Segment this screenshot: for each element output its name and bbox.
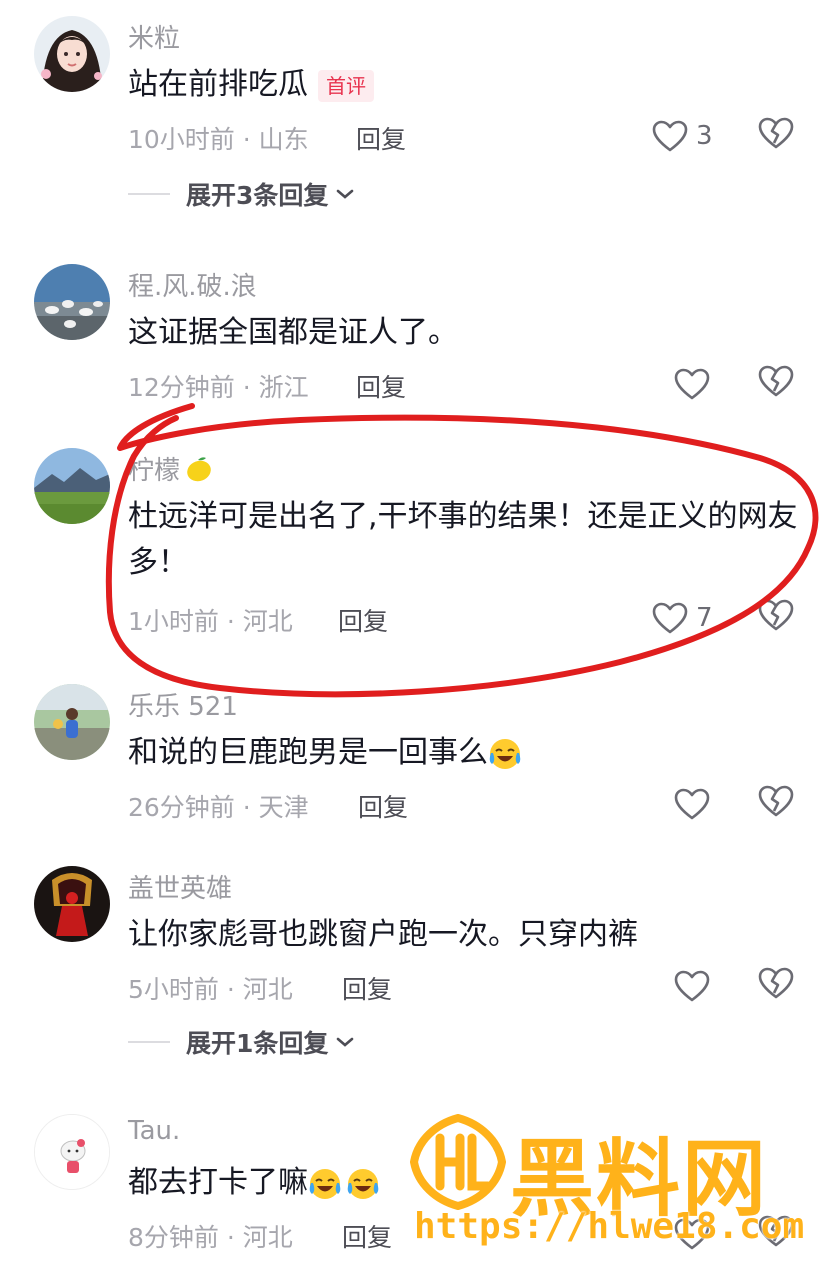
dislike-button[interactable] [758, 364, 794, 404]
comment-username[interactable]: 柠檬 [128, 450, 214, 487]
comment-text: 让你家彪哥也跳窗户跑一次。只穿内裤 [128, 917, 638, 952]
like-button[interactable]: 3 [652, 116, 713, 156]
seagulls-avatar-icon [34, 264, 110, 340]
reply-button[interactable]: 回复 [358, 788, 408, 824]
comment-time-location: 26分钟前 · 天津 [128, 793, 309, 822]
expand-replies-label: 展开3条回复 [186, 181, 329, 210]
laughing-crying-emoji-icon [309, 1168, 341, 1199]
comment-time-location: 8分钟前 · 河北 [128, 1223, 293, 1252]
comment-text-body: 和说的巨鹿跑男是一回事么 [128, 735, 488, 770]
watermark-url: https://hlwe18.com [414, 1206, 805, 1247]
heart-icon [674, 1218, 710, 1250]
dislike-button[interactable] [758, 116, 794, 156]
broken-heart-icon [758, 599, 794, 631]
comment-text: 都去打卡了嘛 [128, 1160, 808, 1206]
expand-replies-button[interactable]: 展开3条回复 [128, 176, 356, 212]
user-avatar[interactable] [34, 448, 110, 524]
red-bride-avatar-icon [34, 866, 110, 942]
broken-heart-icon [758, 117, 794, 149]
like-button[interactable] [674, 364, 710, 404]
like-button[interactable] [674, 1214, 710, 1254]
broken-heart-icon [758, 1215, 794, 1247]
comment-text-body: 都去打卡了嘛 [128, 1165, 308, 1200]
user-avatar[interactable] [34, 684, 110, 760]
comment-text: 和说的巨鹿跑男是一回事么 [128, 730, 808, 776]
dislike-button[interactable] [758, 598, 794, 638]
heart-icon [674, 368, 710, 400]
mountain-landscape-avatar-icon [34, 448, 110, 524]
like-button[interactable]: 7 [652, 598, 713, 638]
user-avatar[interactable] [34, 866, 110, 942]
divider-line [128, 193, 170, 195]
red-annotation-circle [105, 403, 819, 698]
broken-heart-icon [758, 785, 794, 817]
comment-time-location: 10小时前 · 山东 [128, 125, 309, 154]
comment-text-body: 站在前排吃瓜 [128, 67, 308, 102]
comment-text: 这证据全国都是证人了。 [128, 315, 458, 350]
like-button[interactable] [674, 966, 710, 1006]
heart-icon [652, 602, 688, 634]
comment-username-text: 柠檬 [128, 456, 181, 486]
reply-button[interactable]: 回复 [342, 1218, 392, 1254]
comment-list-screen: 米粒 站在前排吃瓜 首评 10小时前 · 山东 回复 3 展开3条回复 程.风.… [0, 0, 830, 1280]
divider-line [128, 1041, 170, 1043]
comment-username[interactable]: 米粒 [128, 18, 180, 55]
comment-username[interactable]: 乐乐 521 [128, 686, 238, 723]
user-avatar[interactable] [34, 264, 110, 340]
comment-time-location: 1小时前 · 河北 [128, 607, 293, 636]
comment-username[interactable]: 程.风.破.浪 [128, 266, 257, 303]
girl-portrait-avatar-icon [34, 16, 110, 92]
user-avatar[interactable] [34, 16, 110, 92]
like-button[interactable] [674, 784, 710, 824]
broken-heart-icon [758, 365, 794, 397]
expand-replies-button[interactable]: 展开1条回复 [128, 1024, 356, 1060]
heart-icon [674, 970, 710, 1002]
dislike-button[interactable] [758, 966, 794, 1006]
expand-replies-label: 展开1条回复 [186, 1029, 329, 1058]
first-comment-badge: 首评 [318, 69, 374, 102]
broken-heart-icon [758, 967, 794, 999]
lemon-emoji-icon [187, 456, 211, 481]
heart-icon [674, 788, 710, 820]
user-avatar[interactable] [34, 1114, 110, 1190]
child-outdoor-avatar-icon [34, 684, 110, 760]
reply-button[interactable]: 回复 [356, 120, 406, 156]
comment-text: 杜远洋可是出名了,干坏事的结果！还是正义的网友多！ [128, 499, 798, 580]
comment-username[interactable]: 盖世英雄 [128, 868, 232, 905]
dislike-button[interactable] [758, 1214, 794, 1254]
chevron-down-icon [337, 189, 354, 199]
reply-button[interactable]: 回复 [338, 602, 388, 638]
reply-button[interactable]: 回复 [356, 368, 406, 404]
comment-username[interactable]: Tau. [128, 1116, 180, 1146]
comment-time-location: 5小时前 · 河北 [128, 975, 293, 1004]
comment-time-location: 12分钟前 · 浙江 [128, 373, 309, 402]
hello-kitty-avatar-icon [35, 1115, 109, 1189]
dislike-button[interactable] [758, 784, 794, 824]
comment-text: 站在前排吃瓜 首评 [128, 62, 808, 108]
like-count: 3 [696, 121, 713, 151]
heart-icon [652, 120, 688, 152]
laughing-crying-emoji-icon [489, 738, 521, 769]
chevron-down-icon [337, 1037, 354, 1047]
reply-button[interactable]: 回复 [342, 970, 392, 1006]
like-count: 7 [696, 603, 713, 633]
laughing-crying-emoji-icon [347, 1168, 379, 1199]
